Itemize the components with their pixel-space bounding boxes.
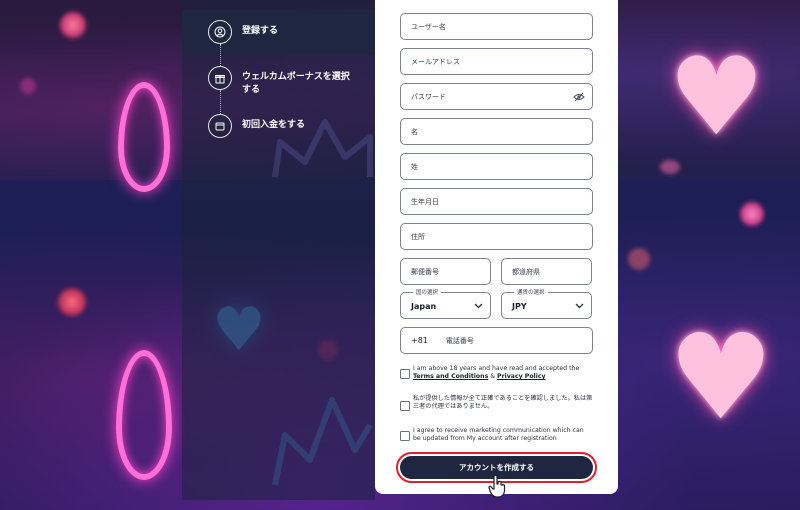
currency-select-value: JPY (512, 302, 527, 311)
chevron-down-icon (575, 303, 584, 309)
wallet-icon (208, 114, 232, 138)
privacy-policy-link[interactable]: Privacy Policy (497, 373, 546, 380)
step-first-deposit: 初回入金をする (208, 114, 352, 138)
currency-select[interactable]: 通貨の選択 JPY (501, 288, 592, 319)
bokeh-light (660, 160, 680, 174)
password-placeholder: パスワード (411, 92, 446, 101)
prefecture-placeholder: 都道府県 (512, 267, 540, 276)
accuracy-checkbox[interactable] (400, 401, 410, 411)
date-of-birth-field[interactable]: 生年月日 (400, 188, 593, 215)
phone-placeholder: 電話番号 (445, 336, 474, 345)
currency-select-label: 通貨の選択 (514, 288, 548, 296)
neon-star-decoration (740, 202, 764, 226)
email-placeholder: メールアドレス (411, 57, 460, 66)
marketing-checkbox[interactable] (400, 431, 410, 441)
address-placeholder: 住所 (411, 232, 425, 241)
terms-and-conditions-link[interactable]: Terms and Conditions (413, 373, 488, 380)
step-connector (220, 44, 221, 66)
neon-star-decoration (60, 12, 86, 38)
email-field[interactable]: メールアドレス (400, 48, 593, 75)
first-name-field[interactable]: 名 (400, 118, 593, 145)
user-icon (208, 20, 232, 44)
age-terms-checkbox[interactable] (400, 369, 410, 379)
phone-field[interactable]: +81 電話番号 (400, 327, 593, 354)
step-label: ウェルカムボーナスを選択する (242, 72, 350, 95)
address-field[interactable]: 住所 (400, 223, 593, 250)
step-label: 登録する (242, 26, 279, 36)
age-terms-text: I am above 18 years and have read and ac… (413, 365, 593, 381)
date-of-birth-placeholder: 生年月日 (411, 197, 439, 206)
bokeh-light (20, 78, 36, 94)
neon-heart-decoration: ♥ (668, 308, 774, 446)
bokeh-light (628, 248, 650, 270)
neon-heart-decoration: ♥ (668, 35, 765, 160)
neon-star-decoration (58, 288, 86, 316)
age-terms-label: I am above 18 years and have read and ac… (413, 365, 580, 372)
username-field[interactable]: ユーザー名 (400, 13, 593, 40)
password-field[interactable]: パスワード (400, 83, 593, 110)
country-select-value: Japan (411, 302, 437, 311)
last-name-placeholder: 姓 (411, 162, 418, 171)
chevron-down-icon (474, 303, 483, 309)
accuracy-text: 私が提供した情報が全て正確であることを確認しました。私は第三者の代理ではありませ… (413, 395, 593, 410)
step-select-bonus: ウェルカムボーナスを選択する (208, 66, 352, 97)
country-select[interactable]: 国の選択 Japan (400, 288, 491, 319)
step-register: 登録する (208, 20, 352, 44)
ampersand: & (490, 373, 496, 380)
username-placeholder: ユーザー名 (411, 22, 446, 31)
first-name-placeholder: 名 (411, 127, 418, 136)
eye-icon[interactable] (573, 92, 585, 102)
gift-icon (208, 66, 232, 90)
country-select-label: 国の選択 (413, 288, 442, 296)
last-name-field[interactable]: 姓 (400, 153, 593, 180)
hand-cursor-icon (488, 474, 506, 498)
postal-code-placeholder: 郵便番号 (411, 267, 439, 276)
prefecture-field[interactable]: 都道府県 (501, 258, 592, 285)
postal-code-field[interactable]: 郵便番号 (400, 258, 491, 285)
step-label: 初回入金をする (242, 120, 306, 130)
marketing-text: I agree to receive marketing communicati… (413, 427, 584, 442)
phone-country-code: +81 (411, 336, 428, 345)
